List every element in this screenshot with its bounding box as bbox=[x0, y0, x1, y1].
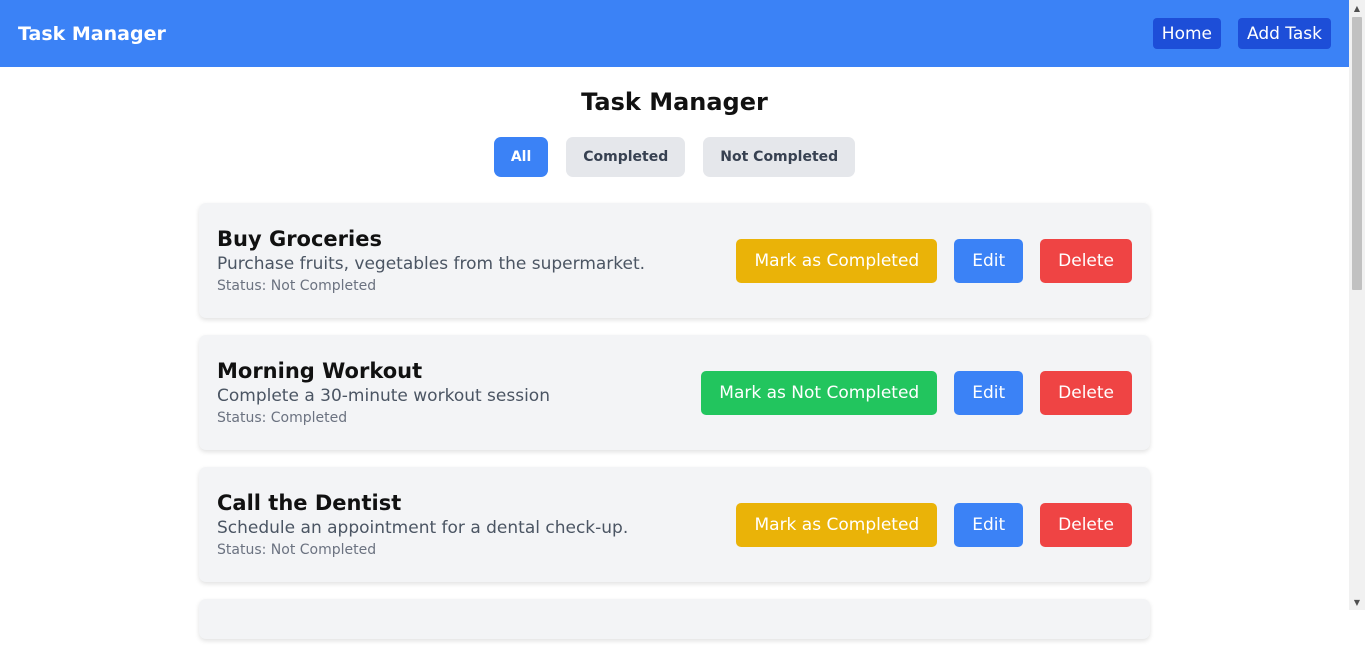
filter-completed-button[interactable]: Completed bbox=[566, 137, 686, 177]
task-title: Buy Groceries bbox=[217, 227, 382, 251]
task-status: Status: Completed bbox=[217, 410, 348, 426]
task-card: Morning Workout Complete a 30-minute wor… bbox=[199, 335, 1150, 450]
scroll-down-arrow-icon[interactable]: ▼ bbox=[1349, 594, 1365, 610]
task-status: Status: Not Completed bbox=[217, 278, 377, 294]
task-card: Buy Groceries Purchase fruits, vegetable… bbox=[199, 203, 1150, 318]
task-info: Call the Dentist Schedule an appointment… bbox=[217, 491, 628, 558]
task-actions: Mark as Completed Edit Delete bbox=[736, 238, 1132, 283]
task-description: Complete a 30-minute workout session bbox=[217, 386, 550, 406]
scrollbar-thumb[interactable] bbox=[1352, 17, 1362, 290]
task-actions: Mark as Completed Edit Delete bbox=[736, 502, 1132, 547]
delete-button[interactable]: Delete bbox=[1040, 238, 1132, 283]
brand-title[interactable]: Task Manager bbox=[18, 23, 166, 45]
filter-not-completed-button[interactable]: Not Completed bbox=[703, 137, 856, 177]
task-info: Morning Workout Complete a 30-minute wor… bbox=[217, 359, 550, 426]
page-title: Task Manager bbox=[581, 88, 768, 116]
mark-completed-button[interactable]: Mark as Completed bbox=[736, 502, 938, 547]
nav-links: Home Add Task bbox=[1152, 18, 1331, 49]
delete-button[interactable]: Delete bbox=[1040, 502, 1132, 547]
edit-button[interactable]: Edit bbox=[954, 238, 1024, 283]
task-description: Purchase fruits, vegetables from the sup… bbox=[217, 254, 646, 274]
home-link[interactable]: Home bbox=[1152, 18, 1221, 49]
task-card-partial bbox=[199, 599, 1150, 639]
edit-button[interactable]: Edit bbox=[954, 370, 1024, 415]
edit-button[interactable]: Edit bbox=[954, 502, 1024, 547]
mark-completed-button[interactable]: Mark as Completed bbox=[736, 238, 938, 283]
task-info: Buy Groceries Purchase fruits, vegetable… bbox=[217, 227, 645, 294]
filter-bar: All Completed Not Completed bbox=[0, 137, 1349, 177]
task-title: Call the Dentist bbox=[217, 491, 402, 515]
task-title: Morning Workout bbox=[217, 359, 423, 383]
mark-not-completed-button[interactable]: Mark as Not Completed bbox=[701, 370, 938, 415]
task-status: Status: Not Completed bbox=[217, 542, 377, 558]
task-description: Schedule an appointment for a dental che… bbox=[217, 518, 629, 538]
main-content: Task Manager All Completed Not Completed… bbox=[0, 67, 1349, 639]
add-task-link[interactable]: Add Task bbox=[1237, 18, 1331, 49]
scroll-up-arrow-icon[interactable]: ▲ bbox=[1349, 0, 1365, 16]
task-card: Call the Dentist Schedule an appointment… bbox=[199, 467, 1150, 582]
vertical-scrollbar[interactable]: ▲ ▼ bbox=[1349, 0, 1365, 610]
delete-button[interactable]: Delete bbox=[1040, 370, 1132, 415]
navbar: Task Manager Home Add Task bbox=[0, 0, 1349, 67]
task-list: Buy Groceries Purchase fruits, vegetable… bbox=[199, 203, 1150, 656]
task-actions: Mark as Not Completed Edit Delete bbox=[701, 370, 1132, 415]
filter-all-button[interactable]: All bbox=[493, 137, 549, 177]
